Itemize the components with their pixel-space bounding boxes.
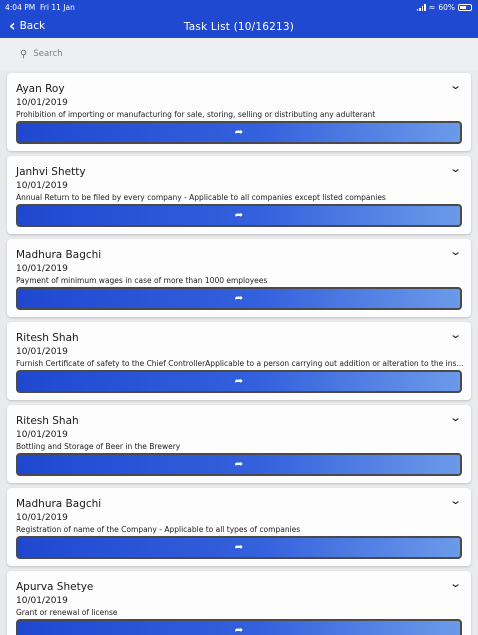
- chevron-down-icon[interactable]: ⌄: [449, 494, 462, 507]
- page-title: Task List (10/16213): [183, 20, 295, 33]
- task-card[interactable]: Madhura Bagchi 10/01/2019 Payment of minim…: [7, 239, 471, 317]
- status-time-date: 4:04 PM Fri 11 Jan: [5, 3, 75, 12]
- chevron-down-icon[interactable]: ⌄: [449, 411, 462, 424]
- share-forward-icon: ➦: [234, 127, 244, 138]
- task-date: 10/01/2019: [16, 596, 68, 606]
- task-date: 10/01/2019: [16, 98, 68, 108]
- app-header: 4:04 PM Fri 11 Jan ≈ 60% ‹ Back Task Lis…: [0, 0, 478, 38]
- chevron-left-icon: ‹: [9, 16, 16, 35]
- task-list: Ayan Roy 10/01/2019 Prohibition of importi…: [0, 70, 478, 635]
- task-action-button[interactable]: ➦: [16, 370, 462, 393]
- chevron-down-icon[interactable]: ⌄: [449, 79, 462, 92]
- status-indicators: ≈ 60%: [416, 2, 472, 12]
- task-assignee: Ayan Roy: [16, 83, 65, 95]
- task-assignee: Janhvi Shetty: [16, 166, 86, 178]
- share-forward-icon: ➦: [234, 210, 244, 221]
- task-action-button[interactable]: ➦: [16, 453, 462, 476]
- task-date: 10/01/2019: [16, 347, 68, 357]
- battery-level: [460, 6, 466, 9]
- task-description: Annual Return to be filed by every compa…: [16, 193, 386, 202]
- chevron-down-icon[interactable]: ⌄: [449, 577, 462, 590]
- task-assignee: Madhura Bagchi: [16, 498, 102, 510]
- task-card[interactable]: Ritesh Shah 10/01/2019 Bottling and Storag…: [7, 405, 471, 483]
- status-time: 4:04 PM: [5, 3, 36, 12]
- task-description: Payment of minimum wages in case of more…: [16, 276, 268, 285]
- share-forward-icon: ➦: [234, 293, 244, 304]
- task-action-button[interactable]: ➦: [16, 619, 462, 635]
- task-card[interactable]: Ayan Roy 10/01/2019 Prohibition of importi…: [7, 73, 471, 151]
- task-description: Furnish Certificate of safety to the Chi…: [16, 359, 464, 368]
- task-card[interactable]: Janhvi Shetty 10/01/2019 Annual Return to …: [7, 156, 471, 234]
- status-date: Fri 11 Jan: [40, 3, 75, 12]
- task-action-button[interactable]: ➦: [16, 536, 462, 559]
- share-forward-icon: ➦: [234, 542, 244, 553]
- navigation-bar: ‹ Back Task List (10/16213): [0, 15, 478, 38]
- share-forward-icon: ➦: [234, 459, 244, 470]
- share-forward-icon: ➦: [234, 376, 244, 387]
- search-input[interactable]: [33, 49, 334, 59]
- chevron-down-icon[interactable]: ⌄: [449, 162, 462, 175]
- task-date: 10/01/2019: [16, 181, 68, 191]
- search-icon: ⚲: [20, 48, 28, 60]
- task-action-button[interactable]: ➦: [16, 287, 462, 310]
- status-bar: 4:04 PM Fri 11 Jan ≈ 60%: [0, 0, 478, 15]
- wifi-icon: ≈: [428, 2, 436, 12]
- chevron-down-icon[interactable]: ⌄: [449, 328, 462, 341]
- task-description: Bottling and Storage of Beer in the Brew…: [16, 442, 181, 451]
- share-forward-icon: ➦: [234, 625, 244, 635]
- task-card[interactable]: Apurva Shetye 10/01/2019 Grant or renewal …: [7, 571, 471, 635]
- task-description: Grant or renewal of license: [16, 608, 118, 617]
- battery-icon: [458, 4, 472, 11]
- task-date: 10/01/2019: [16, 430, 68, 440]
- task-action-button[interactable]: ➦: [16, 204, 462, 227]
- task-description: Prohibition of importing or manufacturin…: [16, 110, 376, 119]
- back-button[interactable]: ‹ Back: [9, 18, 45, 34]
- back-label: Back: [19, 20, 46, 32]
- task-card[interactable]: Madhura Bagchi 10/01/2019 Registration of …: [7, 488, 471, 566]
- task-action-button[interactable]: ➦: [16, 121, 462, 144]
- battery-percent: 60%: [438, 3, 455, 12]
- search-bar: ⚲: [0, 38, 478, 70]
- task-description: Registration of name of the Company - Ap…: [16, 525, 301, 534]
- task-assignee: Madhura Bagchi: [16, 249, 102, 261]
- task-date: 10/01/2019: [16, 513, 68, 523]
- chevron-down-icon[interactable]: ⌄: [449, 245, 462, 258]
- task-card[interactable]: Ritesh Shah 10/01/2019 Furnish Certificate…: [7, 322, 471, 400]
- task-assignee: Ritesh Shah: [16, 332, 79, 344]
- task-date: 10/01/2019: [16, 264, 68, 274]
- task-assignee: Ritesh Shah: [16, 415, 79, 427]
- signal-icon: [416, 4, 426, 11]
- task-assignee: Apurva Shetye: [16, 581, 94, 593]
